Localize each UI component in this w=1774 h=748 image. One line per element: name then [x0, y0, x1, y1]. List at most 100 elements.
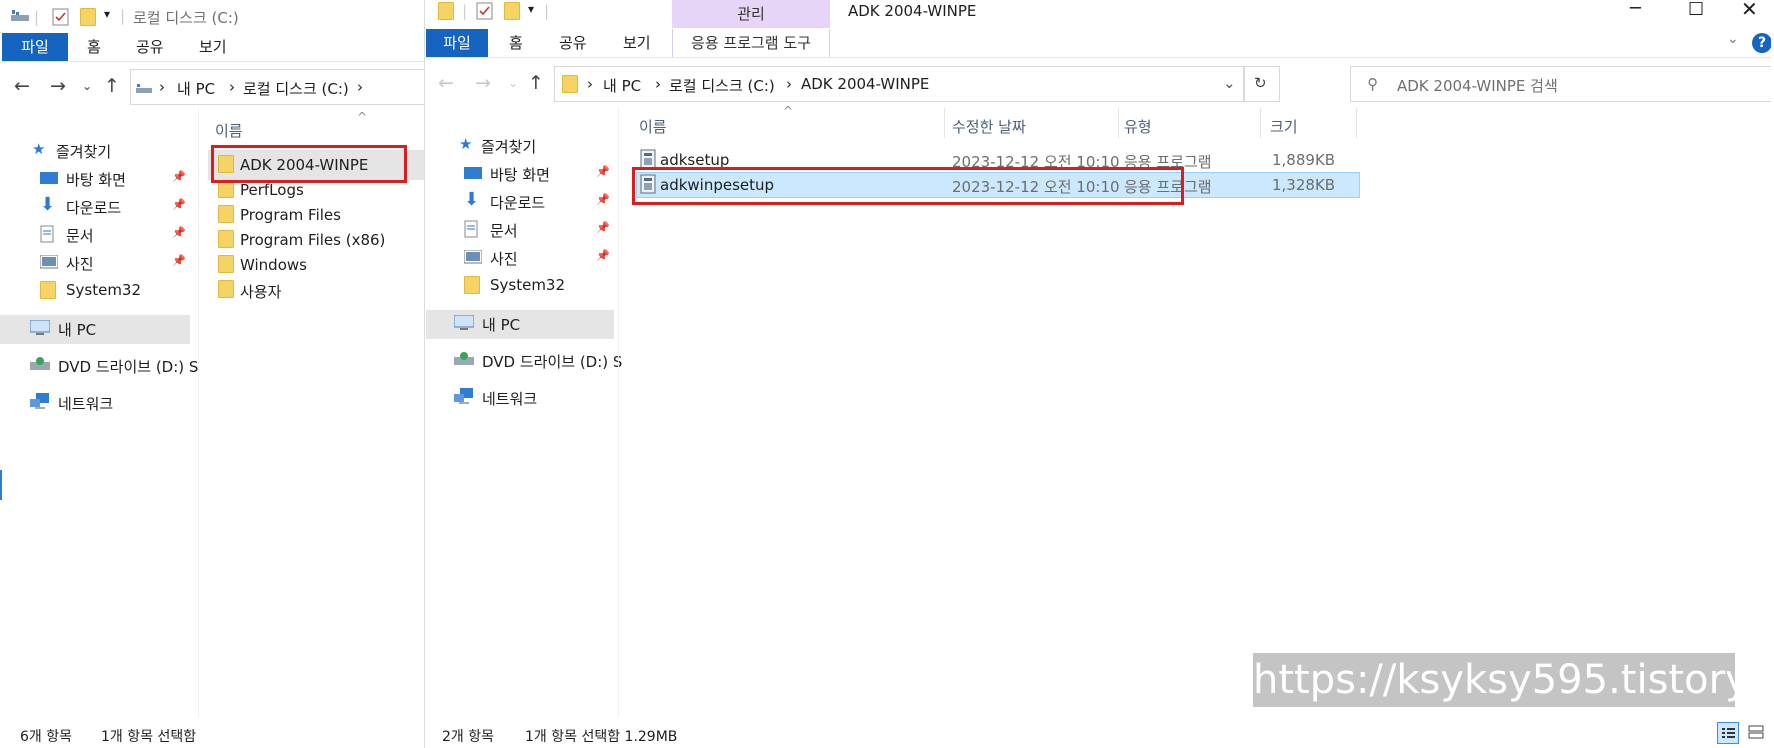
status-item-count: 2개 항목 — [442, 729, 494, 745]
right-explorer-window: | ▾ | 관리 ADK 2004-WINPE ─ ☐ ✕ 파일 홈 공유 보기… — [424, 0, 1774, 748]
pin-icon[interactable]: 📌 — [596, 249, 610, 262]
address-dropdown-icon[interactable]: ⌄ — [1223, 74, 1236, 92]
address-bar[interactable]: › 내 PC › 로컬 디스크 (C:) › — [130, 69, 424, 105]
new-folder-icon[interactable] — [504, 2, 520, 20]
search-box[interactable]: ⚲ ADK 2004-WINPE 검색 — [1350, 66, 1774, 102]
folder-icon — [464, 276, 480, 294]
back-arrow-icon[interactable]: ← — [438, 72, 454, 94]
forward-arrow-icon[interactable]: → — [50, 75, 66, 97]
column-header-size[interactable]: 크기 — [1270, 116, 1298, 137]
folder-icon — [562, 75, 578, 93]
maximize-icon[interactable]: ☐ — [1688, 0, 1704, 20]
pin-icon[interactable]: 📌 — [172, 170, 186, 183]
left-explorer-window: | ▾ | 로컬 디스크 (C:) 파일 홈 공유 보기 ← → ⌄ ↑ › 내… — [0, 0, 424, 748]
search-placeholder: ADK 2004-WINPE 검색 — [1397, 77, 1558, 95]
tab-file[interactable]: 파일 — [426, 29, 488, 57]
desktop-icon — [464, 167, 482, 185]
manage-context-header: 관리 — [672, 0, 830, 28]
document-icon — [40, 225, 54, 247]
tab-app-tools[interactable]: 응용 프로그램 도구 — [672, 29, 830, 57]
refresh-icon: ↻ — [1254, 74, 1267, 92]
ribbon-expand-icon[interactable]: ⌄ — [1727, 31, 1739, 47]
address-bar[interactable]: › 내 PC › 로컬 디스크 (C:) › ADK 2004-WINPE ⌄ — [554, 66, 1244, 102]
breadcrumb-drive[interactable]: 로컬 디스크 (C:) — [669, 75, 775, 96]
folder-icon — [40, 281, 56, 299]
recent-dropdown-icon[interactable]: ⌄ — [508, 76, 518, 90]
dvd-drive-icon — [454, 352, 474, 370]
forward-arrow-icon[interactable]: → — [475, 72, 491, 94]
tab-file[interactable]: 파일 — [2, 33, 68, 61]
breadcrumb-drive[interactable]: 로컬 디스크 (C:) — [243, 78, 349, 99]
refresh-button[interactable]: ↻ — [1244, 66, 1280, 102]
ribbon-tabs: 파일 홈 공유 보기 — [0, 33, 424, 61]
folder-icon — [218, 230, 234, 248]
details-view-icon[interactable] — [1717, 722, 1739, 744]
network-icon — [454, 388, 474, 410]
large-icons-view-icon[interactable] — [1746, 722, 1768, 744]
pictures-icon — [463, 249, 483, 268]
pictures-icon — [39, 254, 59, 273]
folder-icon — [218, 205, 234, 223]
sort-ascending-icon: ^ — [357, 110, 368, 124]
tab-view[interactable]: 보기 — [199, 33, 227, 61]
folder-icon — [218, 255, 234, 273]
folder-icon — [218, 280, 234, 298]
pin-icon[interactable]: 📌 — [596, 165, 610, 178]
watermark: https://ksyksy595.tistory.com — [1253, 653, 1774, 707]
status-item-count: 6개 항목 — [20, 729, 72, 745]
recent-dropdown-icon[interactable]: ⌄ — [82, 79, 92, 93]
up-arrow-icon[interactable]: ↑ — [104, 75, 120, 97]
properties-icon[interactable] — [52, 8, 69, 30]
column-header-type[interactable]: 유형 — [1124, 116, 1152, 137]
close-icon[interactable]: ✕ — [1741, 0, 1758, 21]
highlight-box — [211, 145, 407, 183]
status-selected: 1개 항목 선택함 — [101, 729, 197, 745]
tab-share[interactable]: 공유 — [559, 29, 587, 57]
star-icon: ★ — [459, 135, 473, 153]
download-icon: ⬇ — [40, 194, 56, 215]
column-header-modified[interactable]: 수정한 날짜 — [952, 116, 1026, 137]
tab-share[interactable]: 공유 — [136, 33, 164, 61]
window-title: 로컬 디스크 (C:) — [133, 9, 239, 27]
drive-icon — [135, 81, 153, 99]
up-arrow-icon[interactable]: ↑ — [528, 72, 544, 94]
pin-icon[interactable]: 📌 — [172, 226, 186, 239]
breadcrumb-this-pc[interactable]: 내 PC — [177, 78, 215, 99]
pin-icon[interactable]: 📌 — [596, 221, 610, 234]
window-title: ADK 2004-WINPE — [848, 2, 977, 20]
column-header-name[interactable]: 이름 — [639, 116, 667, 137]
document-icon — [464, 220, 478, 242]
navigation-pane: ★ 즐겨찾기 바탕 화면 📌 ⬇ 다운로드 📌 문서 📌 사진 📌 System… — [424, 123, 622, 423]
left-title-bar: | ▾ | 로컬 디스크 (C:) — [0, 0, 424, 34]
search-icon: ⚲ — [1367, 75, 1378, 93]
column-header-name[interactable]: 이름 — [215, 120, 243, 141]
folder-icon — [438, 2, 454, 20]
qa-dropdown-icon[interactable]: ▾ — [528, 2, 534, 16]
tab-view[interactable]: 보기 — [623, 29, 651, 57]
navigation-pane: ★ 즐겨찾기 바탕 화면 📌 ⬇ 다운로드 📌 문서 📌 사진 📌 System… — [0, 128, 198, 428]
new-folder-icon[interactable] — [80, 8, 96, 26]
properties-icon[interactable] — [476, 2, 493, 24]
breadcrumb-folder[interactable]: ADK 2004-WINPE — [801, 75, 929, 93]
pin-icon[interactable]: 📌 — [172, 198, 186, 211]
qa-dropdown-icon[interactable]: ▾ — [104, 7, 110, 21]
desktop-icon — [40, 172, 58, 190]
minimize-icon[interactable]: ─ — [1630, 0, 1641, 19]
breadcrumb-this-pc[interactable]: 내 PC — [603, 75, 641, 96]
download-icon: ⬇ — [464, 189, 480, 210]
tab-home[interactable]: 홈 — [87, 33, 101, 61]
navigation-bar: ← → ⌄ ↑ › 내 PC › 로컬 디스크 (C:) › ADK 2004-… — [424, 66, 1774, 102]
back-arrow-icon[interactable]: ← — [14, 75, 30, 97]
navigation-bar: ← → ⌄ ↑ › 내 PC › 로컬 디스크 (C:) › — [0, 69, 424, 105]
sort-ascending-icon: ^ — [783, 104, 794, 118]
status-selected: 1개 항목 선택함 1.29MB — [525, 729, 678, 745]
drive-icon — [10, 9, 30, 27]
help-icon[interactable]: ? — [1752, 33, 1772, 53]
star-icon: ★ — [32, 140, 46, 158]
tab-home[interactable]: 홈 — [509, 29, 523, 57]
pin-icon[interactable]: 📌 — [172, 254, 186, 267]
pin-icon[interactable]: 📌 — [596, 193, 610, 206]
dvd-drive-icon — [30, 357, 50, 375]
computer-icon — [29, 319, 51, 340]
highlight-box — [632, 167, 1184, 205]
